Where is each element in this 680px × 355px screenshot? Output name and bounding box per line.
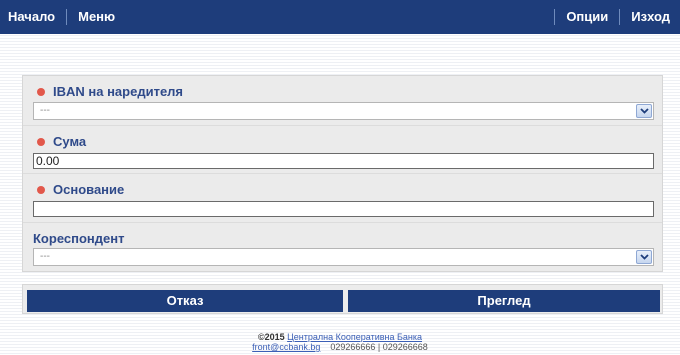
nav-left: Начало Меню [0,9,126,25]
chevron-down-icon[interactable] [636,104,652,118]
iban-label-text: IBAN на наредителя [53,84,184,99]
reason-field-group: Основание [23,173,662,222]
chevron-down-icon[interactable] [636,250,652,264]
amount-input[interactable]: 0.00 [33,153,654,169]
footer-contact-line: front@ccbank.bg 029266666 | 029266668 [0,342,680,352]
iban-select[interactable]: --- [33,102,654,120]
nav-options-link[interactable]: Опции [555,9,619,25]
bank-name-link[interactable]: Централна Кооперативна Банка [287,332,422,342]
nav-home-link[interactable]: Начало [0,9,66,25]
footer-copyright-line: ©2015 Централна Кооперативна Банка [0,332,680,342]
copyright-text: ©2015 [257,332,285,342]
required-indicator-icon [37,137,45,146]
reason-label: Основание [37,182,124,197]
top-navigation-bar: Начало Меню Опции Изход [0,0,680,34]
iban-label: IBAN на наредителя [37,84,183,99]
email-link[interactable]: front@ccbank.bg [252,342,320,352]
correspondent-label-text: Кореспондент [33,231,125,246]
footer: ©2015 Централна Кооперативна Банка front… [0,332,680,352]
reason-input[interactable] [33,201,654,217]
required-indicator-icon [37,185,45,194]
nav-right: Опции Изход [554,9,680,25]
nav-menu-link[interactable]: Меню [67,9,126,25]
payment-form: IBAN на наредителя --- Сума 0.00 Основан… [22,75,663,272]
required-indicator-icon [37,87,45,96]
nav-logout-link[interactable]: Изход [620,9,680,25]
iban-field-group: IBAN на наредителя --- [23,76,662,125]
correspondent-field-group: Кореспондент --- [23,222,662,273]
reason-label-text: Основание [53,182,125,197]
preview-button[interactable]: Преглед [348,290,660,312]
form-actions: Отказ Преглед [22,284,663,314]
cancel-button[interactable]: Отказ [27,290,343,312]
amount-label: Сума [37,134,86,149]
correspondent-label: Кореспондент [33,231,124,246]
correspondent-select-value: --- [40,251,50,262]
amount-field-group: Сума 0.00 [23,125,662,173]
correspondent-select[interactable]: --- [33,248,654,266]
iban-select-value: --- [40,105,50,116]
amount-label-text: Сума [53,134,87,149]
phone-numbers: 029266666 | 029266668 [330,342,428,352]
